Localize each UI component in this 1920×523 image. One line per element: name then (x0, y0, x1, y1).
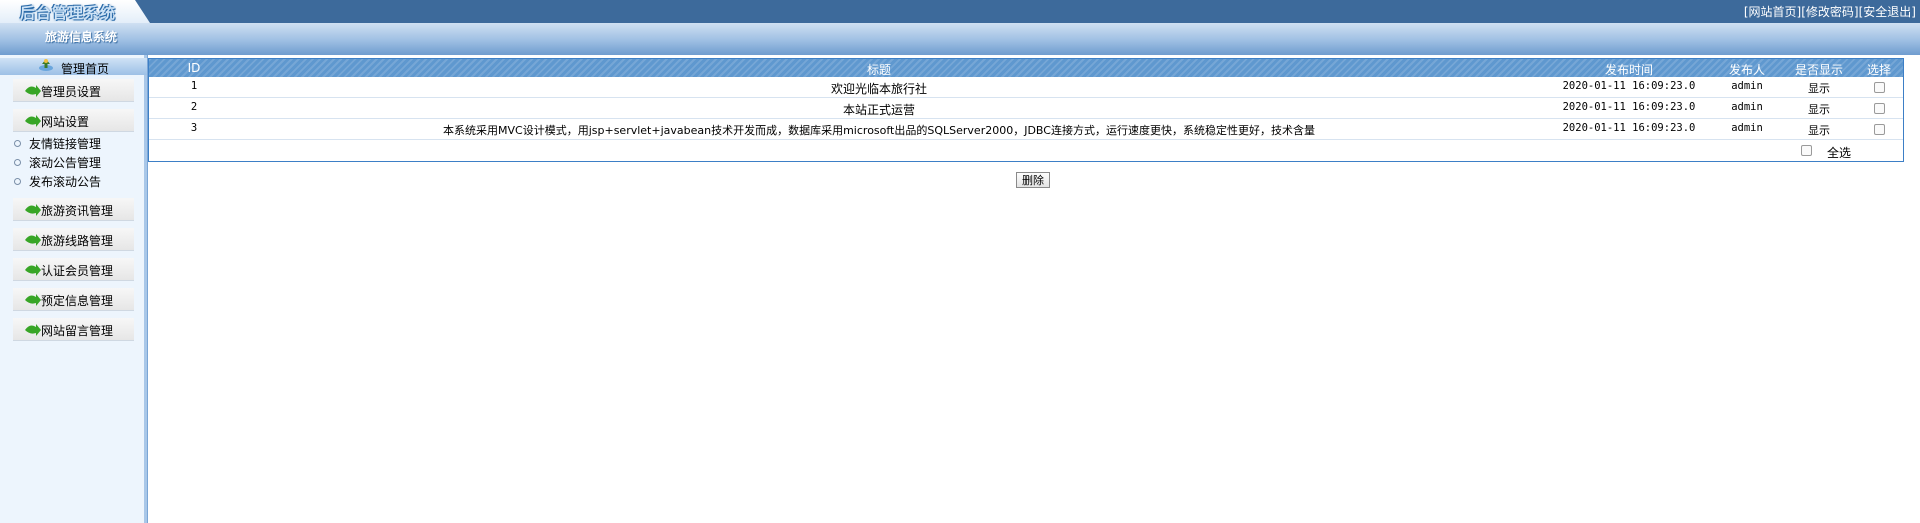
link-change-password[interactable]: [修改密码] (1801, 5, 1858, 19)
col-id: ID (187, 61, 201, 75)
system-subtitle: 旅游信息系统 (45, 30, 118, 44)
cell-author: admin (1731, 80, 1763, 92)
home-icon (39, 59, 53, 71)
sidebar-item-label: 网站留言管理 (41, 324, 114, 338)
link-logout[interactable]: [安全退出] (1859, 5, 1916, 19)
delete-button[interactable]: 删除 (1016, 172, 1050, 188)
green-arrow-icon (25, 204, 41, 216)
sidebar-item-messages[interactable]: 网站留言管理 (13, 318, 134, 341)
cell-time: 2020-01-11 16:09:23.0 (1562, 101, 1696, 113)
sidebar-home-label: 管理首页 (61, 62, 110, 76)
sidebar-item-label: 管理员设置 (41, 85, 102, 99)
sidebar: 管理首页 管理员设置 网站设置 友情链接管理 滚动公告管理 发布滚动公告 旅游资… (0, 55, 148, 523)
row-checkbox[interactable] (1874, 103, 1885, 114)
select-all-checkbox[interactable] (1801, 145, 1812, 156)
top-links: [网站首页][修改密码][安全退出] (1744, 3, 1916, 20)
sidebar-item-label: 旅游资讯管理 (41, 204, 114, 218)
sidebar-item-admin-settings[interactable]: 管理员设置 (13, 79, 134, 102)
col-author: 发布人 (1728, 63, 1765, 77)
sidebar-subitem-label: 发布滚动公告 (29, 175, 102, 189)
sidebar-subitem-scroll-notice[interactable]: 滚动公告管理 (14, 154, 101, 171)
sidebar-item-travel-news[interactable]: 旅游资讯管理 (13, 198, 134, 221)
link-site-home[interactable]: [网站首页] (1744, 5, 1801, 19)
col-title: 标题 (866, 63, 891, 77)
green-arrow-icon (25, 264, 41, 276)
green-arrow-icon (25, 234, 41, 246)
sidebar-item-label: 旅游线路管理 (41, 234, 114, 248)
cell-title[interactable]: 欢迎光临本旅行社 (349, 80, 1409, 97)
sidebar-subitem-publish-notice[interactable]: 发布滚动公告 (14, 173, 101, 190)
green-arrow-icon (25, 85, 41, 97)
bullet-icon (14, 159, 21, 166)
row-checkbox[interactable] (1874, 124, 1885, 135)
cell-time: 2020-01-11 16:09:23.0 (1562, 122, 1696, 134)
cell-id: 2 (190, 101, 198, 113)
cell-id: 3 (190, 122, 198, 134)
cell-id: 1 (190, 80, 198, 92)
cell-author: admin (1731, 101, 1763, 113)
announcement-table: ID 标题 发布时间 发布人 是否显示 选择 1 欢迎光临本旅行社 2020-0… (148, 58, 1904, 162)
sidebar-item-label: 预定信息管理 (41, 294, 114, 308)
table-row: 1 欢迎光临本旅行社 2020-01-11 16:09:23.0 admin 显… (149, 77, 1903, 98)
sidebar-subitem-label: 友情链接管理 (29, 137, 102, 151)
sidebar-subitem-friend-links[interactable]: 友情链接管理 (14, 135, 101, 152)
table-row: 2 本站正式运营 2020-01-11 16:09:23.0 admin 显示 (149, 98, 1903, 119)
cell-show: 显示 (1808, 82, 1830, 95)
table-header: ID 标题 发布时间 发布人 是否显示 选择 (149, 59, 1903, 77)
green-arrow-icon (25, 294, 41, 306)
cell-title[interactable]: 本站正式运营 (349, 101, 1409, 118)
sidebar-item-label: 网站设置 (41, 115, 90, 129)
cell-show: 显示 (1808, 103, 1830, 116)
col-select: 选择 (1866, 63, 1891, 77)
cell-author: admin (1731, 122, 1763, 134)
cell-time: 2020-01-11 16:09:23.0 (1562, 80, 1696, 92)
row-checkbox[interactable] (1874, 82, 1885, 93)
top-bar: 后台管理系统 [网站首页][修改密码][安全退出] (0, 0, 1920, 23)
col-show: 是否显示 (1794, 63, 1843, 77)
select-all-row: 全选 (149, 140, 1903, 160)
col-time: 发布时间 (1604, 63, 1653, 77)
sidebar-item-bookings[interactable]: 预定信息管理 (13, 288, 134, 311)
sidebar-item-site-settings[interactable]: 网站设置 (13, 109, 134, 132)
select-all-label: 全选 (1826, 146, 1851, 160)
green-arrow-icon (25, 115, 41, 127)
sidebar-item-travel-routes[interactable]: 旅游线路管理 (13, 228, 134, 251)
bullet-icon (14, 178, 21, 185)
sidebar-subitem-label: 滚动公告管理 (29, 156, 102, 170)
sidebar-home[interactable]: 管理首页 (0, 58, 147, 76)
sidebar-item-members[interactable]: 认证会员管理 (13, 258, 134, 281)
sidebar-item-label: 认证会员管理 (41, 264, 114, 278)
table-row: 3 本系统采用MVC设计模式，用jsp+servlet+javabean技术开发… (149, 119, 1903, 140)
cell-title[interactable]: 本系统采用MVC设计模式，用jsp+servlet+javabean技术开发而成… (349, 122, 1409, 138)
green-arrow-icon (25, 324, 41, 336)
cell-show: 显示 (1808, 124, 1830, 137)
sub-header-bar: 旅游信息系统 (0, 23, 1920, 55)
bullet-icon (14, 140, 21, 147)
logo: 后台管理系统 (20, 4, 117, 22)
